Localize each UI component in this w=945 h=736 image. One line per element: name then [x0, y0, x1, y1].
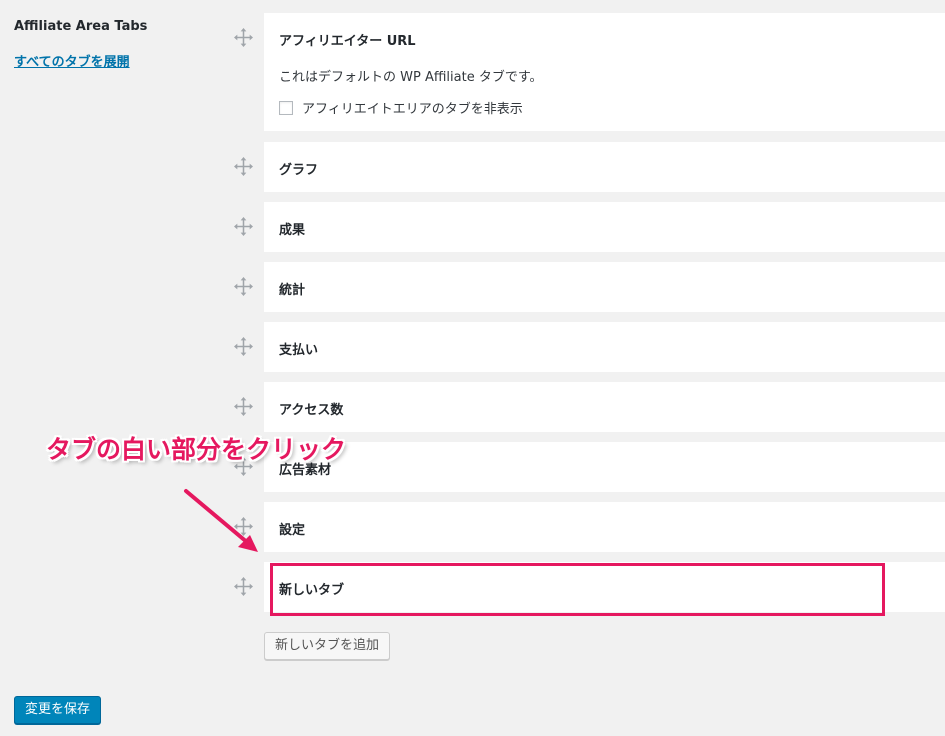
tab-panel-stats[interactable]: 統計: [264, 262, 945, 312]
tab-panel-referrals[interactable]: 成果: [264, 202, 945, 252]
tab-title[interactable]: アフィリエイター URL: [279, 30, 416, 49]
drag-handle-icon[interactable]: [234, 277, 253, 296]
annotation-callout: タブの白い部分をクリック: [46, 435, 347, 464]
tab-title[interactable]: 成果: [279, 219, 305, 238]
section-title: Affiliate Area Tabs: [14, 19, 148, 34]
drag-handle-icon[interactable]: [234, 217, 253, 236]
tab-panel-graph[interactable]: グラフ: [264, 142, 945, 192]
tab-description: これはデフォルトの WP Affiliate タブです。: [279, 70, 543, 85]
tab-panel-new-tab[interactable]: 新しいタブ: [264, 562, 945, 612]
tab-title[interactable]: アクセス数: [279, 399, 343, 418]
tab-panel-creatives[interactable]: 広告素材: [264, 442, 945, 492]
drag-handle-icon[interactable]: [234, 337, 253, 356]
tab-panel-settings[interactable]: 設定: [264, 502, 945, 552]
tab-panel-visits[interactable]: アクセス数: [264, 382, 945, 432]
drag-handle-icon[interactable]: [234, 28, 253, 47]
tab-panel-payouts[interactable]: 支払い: [264, 322, 945, 372]
add-new-tab-button[interactable]: 新しいタブを追加: [264, 632, 391, 660]
tab-panel-affiliate-url[interactable]: アフィリエイター URL これはデフォルトの WP Affiliate タブです…: [264, 13, 945, 131]
hide-tab-label[interactable]: アフィリエイトエリアのタブを非表示: [302, 98, 523, 117]
drag-handle-icon[interactable]: [234, 577, 253, 596]
drag-handle-icon[interactable]: [234, 397, 253, 416]
tab-title[interactable]: グラフ: [279, 159, 318, 178]
hide-tab-option[interactable]: アフィリエイトエリアのタブを非表示: [279, 98, 523, 117]
tab-title[interactable]: 新しいタブ: [279, 579, 344, 598]
tab-title[interactable]: 支払い: [279, 339, 318, 358]
tab-title[interactable]: 統計: [279, 279, 305, 298]
drag-handle-icon[interactable]: [234, 157, 253, 176]
expand-all-tabs-link[interactable]: すべてのタブを展開: [14, 51, 130, 70]
callout-arrow-icon: [184, 489, 258, 552]
hide-tab-checkbox[interactable]: [279, 100, 293, 115]
tab-title[interactable]: 設定: [279, 519, 305, 538]
save-changes-button[interactable]: 変更を保存: [14, 696, 102, 724]
